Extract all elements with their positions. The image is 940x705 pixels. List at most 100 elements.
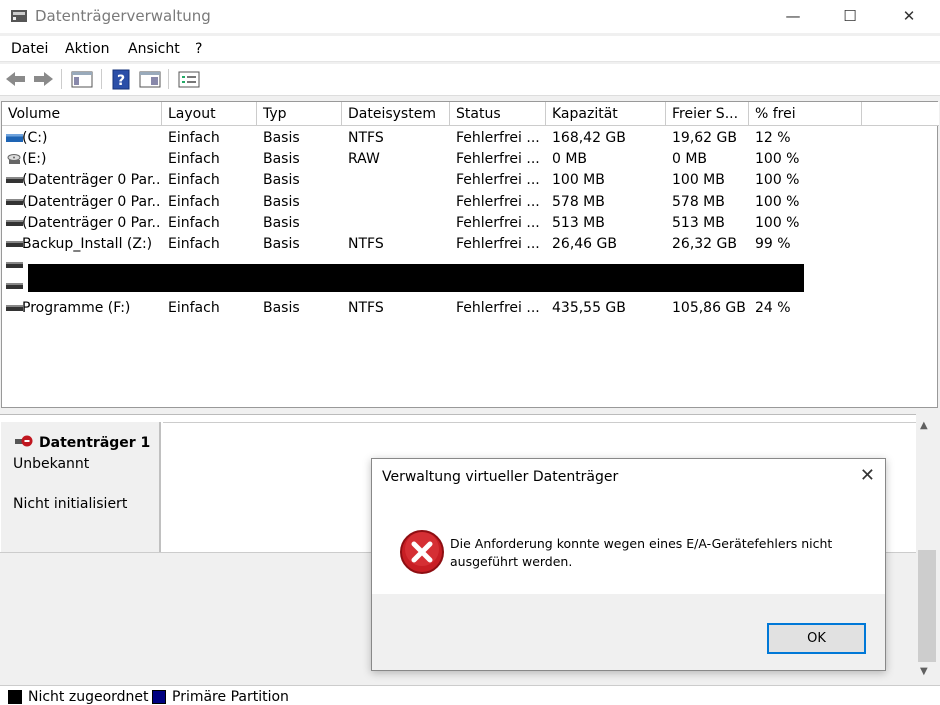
cell-fs	[342, 170, 450, 191]
col-type[interactable]: Typ	[257, 102, 342, 126]
cell-name: (Datenträger 0 Par...	[22, 172, 162, 189]
cell-pct: 24 %	[755, 299, 791, 316]
cell-status: Fehlerfrei ...	[456, 151, 540, 168]
cell-type: Basis	[263, 193, 300, 210]
cell-name: (E:)	[22, 151, 47, 168]
back-arrow-icon[interactable]	[4, 68, 28, 90]
cell-fs	[342, 192, 450, 213]
error-dialog: Verwaltung virtueller Datenträger ✕ Die …	[371, 458, 886, 671]
col-volume[interactable]: Volume	[2, 102, 162, 126]
title-bar: Datenträgerverwaltung — ☐ ✕	[0, 0, 940, 33]
disk-type: Unbekannt	[13, 456, 90, 472]
vertical-scrollbar[interactable]: ▲ ▼	[916, 414, 940, 684]
cell-status: Fehlerfrei ...	[456, 299, 540, 316]
cell-layout: Einfach	[168, 299, 220, 316]
col-status[interactable]: Status	[450, 102, 546, 126]
cell-fs: NTFS	[348, 299, 384, 316]
cell-status: Fehlerfrei ...	[456, 193, 540, 210]
disk-management-icon	[11, 10, 27, 22]
properties-icon[interactable]	[177, 68, 201, 90]
cell-free: 105,86 GB	[672, 299, 746, 316]
col-free-space[interactable]: Freier S...	[666, 102, 749, 126]
cell-layout: Einfach	[168, 130, 220, 146]
cell-capacity: 26,46 GB	[552, 236, 617, 252]
close-window-button[interactable]: ✕	[886, 0, 932, 33]
toolbar-separator	[101, 69, 102, 89]
cell-free: 19,62 GB	[672, 130, 737, 146]
minimize-button[interactable]: —	[770, 0, 816, 33]
toolbar: ?	[0, 64, 940, 96]
cell-pct: 12 %	[755, 130, 791, 146]
table-row[interactable]: (C:) Einfach Basis NTFS Fehlerfrei ... 168,42…	[2, 128, 939, 149]
disk-name: Datenträger 1	[39, 435, 151, 451]
cell-fs: NTFS	[348, 236, 384, 252]
cell-capacity: 578 MB	[552, 193, 605, 210]
cell-type: Basis	[263, 151, 300, 168]
cell-status: Fehlerfrei ...	[456, 172, 540, 189]
scroll-down-arrow-icon[interactable]: ▼	[920, 666, 928, 677]
volume-list-header: Volume Layout Typ Dateisystem Status Kap…	[2, 102, 939, 126]
table-row[interactable]: Backup_Install (Z:) Einfach Basis NTFS Fehle…	[2, 234, 939, 255]
help-icon[interactable]: ?	[110, 68, 134, 90]
error-icon	[400, 530, 444, 574]
table-row[interactable]: (Datenträger 0 Par... Einfach Basis Fehlerf…	[2, 170, 939, 191]
cell-type: Basis	[263, 236, 300, 252]
window-title: Datenträgerverwaltung	[35, 7, 211, 25]
menu-datei[interactable]: Datei	[11, 41, 48, 57]
forward-arrow-icon[interactable]	[31, 68, 55, 90]
disk-error-icon	[15, 435, 33, 447]
menu-bar: Datei Aktion Ansicht ?	[0, 36, 940, 62]
cell-status: Fehlerfrei ...	[456, 214, 540, 231]
cell-layout: Einfach	[168, 214, 220, 231]
col-filesystem[interactable]: Dateisystem	[342, 102, 450, 126]
view-pane-icon[interactable]	[138, 68, 162, 90]
cell-name: Backup_Install (Z:)	[22, 236, 153, 252]
cell-name: (Datenträger 0 Par...	[22, 214, 162, 231]
redaction-block	[28, 264, 804, 292]
table-row[interactable]: (E:) Einfach Basis RAW Fehlerfrei ... 0 MB 0 M…	[2, 149, 939, 170]
cell-free: 578 MB	[672, 193, 725, 210]
toolbar-separator	[168, 69, 169, 89]
cell-fs: NTFS	[348, 130, 384, 146]
cell-layout: Einfach	[168, 236, 220, 252]
ok-button[interactable]: OK	[767, 623, 866, 654]
cell-name: (Datenträger 0 Par...	[22, 193, 162, 210]
cell-layout: Einfach	[168, 151, 220, 168]
dialog-title: Verwaltung virtueller Datenträger	[382, 469, 619, 485]
cell-capacity: 100 MB	[552, 172, 605, 189]
col-capacity[interactable]: Kapazität	[546, 102, 666, 126]
dialog-message: Die Anforderung konnte wegen eines E/A-G…	[450, 536, 833, 569]
cell-type: Basis	[263, 299, 300, 316]
menu-help[interactable]: ?	[195, 41, 202, 57]
dialog-footer: OK	[372, 594, 885, 670]
table-row[interactable]: (Datenträger 0 Par... Einfach Basis Fehlerf…	[2, 192, 939, 213]
console-tree-icon[interactable]	[70, 68, 94, 90]
table-row[interactable]: Programme (F:) Einfach Basis NTFS Fehlerfrei…	[2, 298, 939, 319]
scroll-up-arrow-icon[interactable]: ▲	[920, 420, 928, 431]
table-row[interactable]: (Datenträger 0 Par... Einfach Basis Fehlerf…	[2, 213, 939, 234]
cell-free: 0 MB	[672, 151, 708, 168]
dialog-close-icon[interactable]: ✕	[860, 465, 875, 486]
cell-type: Basis	[263, 130, 300, 146]
cell-capacity: 435,55 GB	[552, 299, 626, 316]
cell-status: Fehlerfrei ...	[456, 130, 540, 146]
cell-pct: 99 %	[755, 236, 791, 252]
scrollbar-thumb[interactable]	[918, 550, 936, 662]
col-percent-free[interactable]: % frei	[749, 102, 862, 126]
cell-name: (C:)	[22, 130, 48, 146]
cell-capacity: 168,42 GB	[552, 130, 626, 146]
cell-capacity: 513 MB	[552, 214, 605, 231]
menu-ansicht[interactable]: Ansicht	[128, 41, 180, 57]
disk-1-label[interactable]: Datenträger 1 Unbekannt Nicht initialisi…	[1, 422, 161, 560]
cell-fs: RAW	[348, 151, 380, 168]
cell-name: Programme (F:)	[22, 299, 131, 316]
cell-free: 26,32 GB	[672, 236, 737, 252]
maximize-button[interactable]: ☐	[827, 0, 873, 33]
cell-pct: 100 %	[755, 214, 800, 231]
legend-swatch-primary	[152, 690, 166, 704]
legend-swatch-unallocated	[8, 690, 22, 704]
cell-layout: Einfach	[168, 172, 220, 189]
menu-aktion[interactable]: Aktion	[65, 41, 110, 57]
cell-pct: 100 %	[755, 172, 800, 189]
col-layout[interactable]: Layout	[162, 102, 257, 126]
